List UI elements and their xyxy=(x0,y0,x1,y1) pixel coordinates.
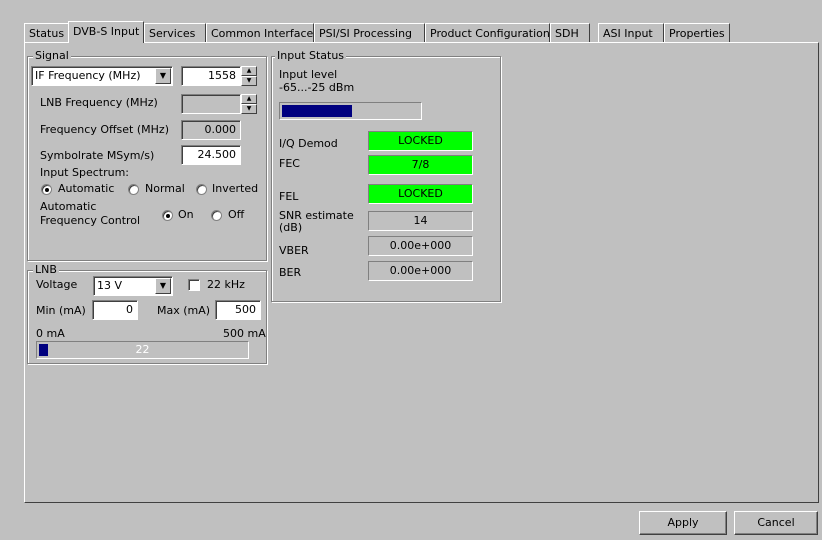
fec-label: FEC xyxy=(279,157,300,170)
spectrum-automatic-radio[interactable] xyxy=(41,184,52,195)
snr-label: SNR estimate (dB) xyxy=(279,209,354,234)
spin-up-icon[interactable]: ▲ xyxy=(241,66,257,76)
lnb-frequency-label: LNB Frequency (MHz) xyxy=(40,96,158,109)
spectrum-automatic-label: Automatic xyxy=(58,182,115,195)
spectrum-inverted-label: Inverted xyxy=(212,182,259,195)
spectrum-normal-label: Normal xyxy=(145,182,185,195)
symbolrate-input[interactable]: 24.500 xyxy=(181,145,241,165)
spectrum-inverted-radio[interactable] xyxy=(196,184,207,195)
fel-status: LOCKED xyxy=(368,184,473,204)
lnb-scale-max: 500 mA xyxy=(223,327,266,340)
22khz-checkbox[interactable] xyxy=(188,279,200,291)
afc-label-line1: Automatic xyxy=(40,200,97,213)
tab-services[interactable]: Services xyxy=(144,23,206,42)
symbolrate-label: Symbolrate MSym/s) xyxy=(40,149,155,162)
afc-label-line2: Frequency Control xyxy=(40,214,141,227)
iq-demod-status: LOCKED xyxy=(368,131,473,151)
input-level-label: Input level xyxy=(279,68,338,81)
tab-product-configuration[interactable]: Product Configuration xyxy=(425,23,550,42)
if-frequency-select-value: IF Frequency (MHz) xyxy=(35,69,141,82)
22khz-label: 22 kHz xyxy=(207,278,245,291)
input-level-bar xyxy=(279,102,422,120)
if-frequency-select[interactable]: IF Frequency (MHz) ▼ xyxy=(31,66,173,86)
chevron-down-icon[interactable]: ▼ xyxy=(155,68,171,84)
lnb-current-value: 22 xyxy=(135,343,150,356)
spin-down-icon[interactable]: ▼ xyxy=(241,76,257,86)
afc-on-label: On xyxy=(178,208,194,221)
voltage-select[interactable]: 13 V ▼ xyxy=(93,276,173,296)
lnb-frequency-input[interactable] xyxy=(181,94,241,114)
lnb-current-bar: 22 xyxy=(36,341,249,359)
max-ma-label: Max (mA) xyxy=(157,304,211,317)
tab-psi-si-processing[interactable]: PSI/SI Processing xyxy=(314,23,425,42)
fel-label: FEL xyxy=(279,190,299,203)
input-spectrum-label: Input Spectrum: xyxy=(40,166,129,179)
vber-value: 0.00e+000 xyxy=(368,236,473,256)
tab-dvbs-input[interactable]: DVB-S Input xyxy=(68,21,144,43)
afc-on-radio[interactable] xyxy=(162,210,173,221)
snr-value: 14 xyxy=(368,211,473,231)
signal-legend: Signal xyxy=(33,49,71,62)
input-level-fill xyxy=(282,105,352,117)
vber-label: VBER xyxy=(279,244,309,257)
apply-button[interactable]: Apply xyxy=(639,511,727,535)
lnb-legend: LNB xyxy=(33,263,59,276)
ber-value: 0.00e+000 xyxy=(368,261,473,281)
afc-off-radio[interactable] xyxy=(211,210,222,221)
iq-demod-label: I/Q Demod xyxy=(279,137,338,150)
chevron-down-icon[interactable]: ▼ xyxy=(155,278,171,294)
voltage-label: Voltage xyxy=(36,278,78,291)
tab-common-interface[interactable]: Common Interface xyxy=(206,23,314,42)
frequency-offset-value: 0.000 xyxy=(181,120,241,140)
max-ma-input[interactable]: 500 xyxy=(215,300,261,320)
input-status-legend: Input Status xyxy=(275,49,347,62)
lnb-scale-min: 0 mA xyxy=(36,327,65,340)
spin-up-icon[interactable]: ▲ xyxy=(241,94,257,104)
afc-off-label: Off xyxy=(228,208,245,221)
tab-status[interactable]: Status xyxy=(24,23,69,42)
if-frequency-spinner[interactable]: ▲ ▼ xyxy=(241,66,257,86)
input-level-range: -65...-25 dBm xyxy=(279,81,355,94)
min-ma-label: Min (mA) xyxy=(36,304,86,317)
cancel-button[interactable]: Cancel xyxy=(734,511,818,535)
tab-properties[interactable]: Properties xyxy=(664,23,730,42)
tab-asi-input[interactable]: ASI Input xyxy=(598,23,664,42)
frequency-offset-label: Frequency Offset (MHz) xyxy=(40,123,169,136)
ber-label: BER xyxy=(279,266,302,279)
spectrum-normal-radio[interactable] xyxy=(128,184,139,195)
lnb-frequency-spinner[interactable]: ▲ ▼ xyxy=(241,94,257,114)
min-ma-input[interactable]: 0 xyxy=(92,300,138,320)
spin-down-icon[interactable]: ▼ xyxy=(241,104,257,114)
fec-status: 7/8 xyxy=(368,155,473,175)
if-frequency-input[interactable]: 1558 xyxy=(181,66,241,86)
tab-sdh[interactable]: SDH xyxy=(550,23,590,42)
voltage-select-value: 13 V xyxy=(97,279,123,292)
